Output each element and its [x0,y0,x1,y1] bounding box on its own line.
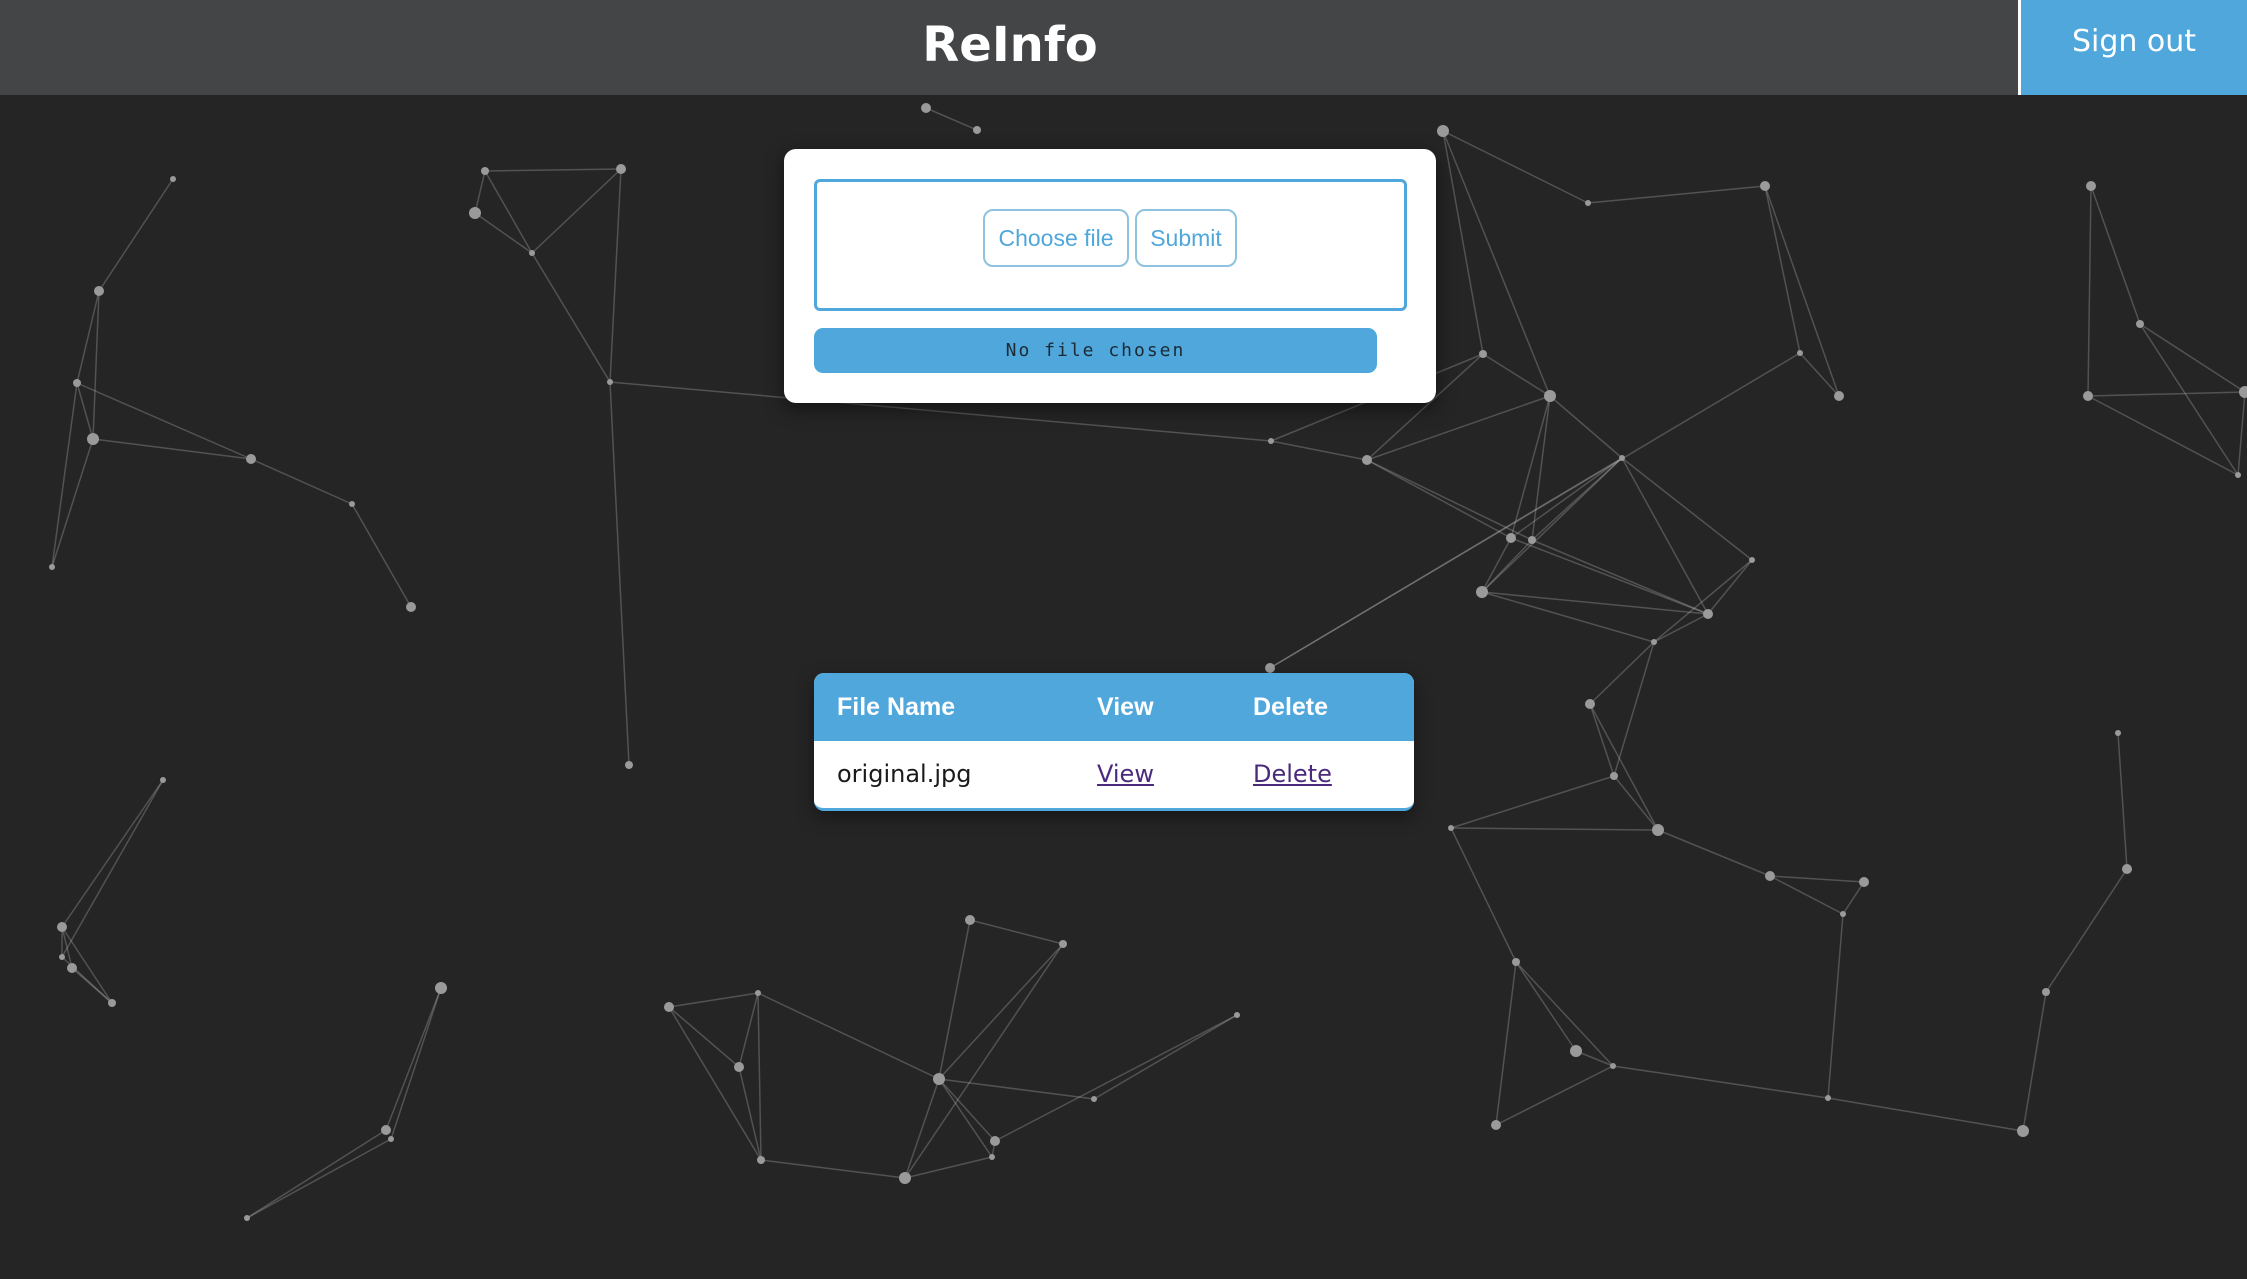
upload-form: Choose file Submit [814,179,1407,311]
column-header-delete: Delete [1253,693,1329,721]
choose-file-button[interactable]: Choose file [983,209,1129,267]
upload-card: Choose file Submit No file chosen [784,149,1436,403]
table-header: File Name View Delete [814,673,1414,741]
column-header-file-name: File Name [837,693,956,721]
files-table: File Name View Delete original.jpg View … [814,673,1414,811]
submit-button[interactable]: Submit [1135,209,1237,267]
sign-out-button[interactable]: Sign out [2018,0,2247,95]
column-header-view: View [1097,693,1154,721]
view-link[interactable]: View [1097,741,1154,808]
app-title: ReInfo [922,17,1098,73]
file-status-label: No file chosen [814,328,1377,373]
table-row: original.jpg View Delete [814,741,1414,808]
top-header: ReInfo Sign out [0,0,2247,95]
delete-link[interactable]: Delete [1253,741,1332,808]
file-name-cell: original.jpg [837,760,972,788]
